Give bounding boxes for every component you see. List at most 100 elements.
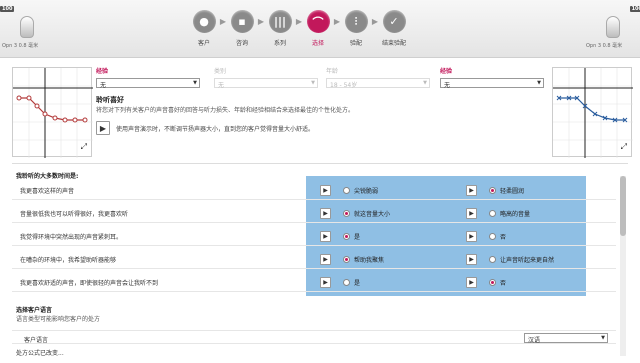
radio-button[interactable] [489,233,496,240]
listening-preference-title: 聆听喜好 [96,96,124,104]
radio-button[interactable] [489,187,496,194]
hearing-aid-icon [20,16,34,38]
right-device-label: Opn 3 0.8 毫米 [586,43,623,49]
play-icon[interactable]: ▶ [466,185,477,196]
play-icon[interactable]: ▶ [466,208,477,219]
step-6[interactable]: ✓ 结束验配 [378,10,410,47]
chevron-down-icon: ▼ [193,80,197,86]
experience-select-right[interactable]: 无 ▼ [440,78,544,89]
left-hearing-aid[interactable]: 100 Opn 3 0.8 毫米 [0,6,56,54]
experience-select-left[interactable]: 无 ▼ [96,78,200,89]
play-icon[interactable]: ▶ [466,254,477,265]
step-label: 选择 [311,40,324,47]
question-row: 在嘈杂的环境中，我希望助听器能够 ▶ 帮助我聚焦 ▶ 让声音听起来更自然 [12,249,616,269]
scrollbar-thumb[interactable] [620,176,626,236]
play-icon[interactable]: ▶ [320,231,331,242]
radio-button[interactable] [489,279,496,286]
play-icon[interactable]: ▶ [466,277,477,288]
answer-label: 轻柔圆润 [500,188,525,195]
hearing-aid-icon [606,16,620,38]
play-icon[interactable]: ▶ [320,277,331,288]
chevron-down-icon: ▼ [601,335,605,341]
answer-label: 就这音量大小 [354,211,391,218]
radio-button[interactable] [489,210,496,217]
step-4[interactable]: ⌒ 选择 [302,10,334,47]
step-5[interactable]: ⫶ 验配 [340,10,372,47]
question-text: 我更喜欢这样的声音 [20,188,75,195]
radio-button[interactable] [343,210,350,217]
answer-option-b[interactable]: ▶ 轻柔圆润 [466,185,524,196]
answer-label: 是 [354,280,361,287]
filter-title: 经验 [96,68,109,75]
language-select[interactable]: 汉语 ▼ [524,333,608,344]
scrollbar[interactable] [620,176,626,356]
radio-button[interactable] [343,279,350,286]
step-1[interactable]: ● 客户 [188,10,220,47]
answer-option-a[interactable]: ▶ 尖锐脆弱 [320,185,378,196]
answer-option-b[interactable]: ▶ 略高的音量 [466,208,530,219]
category-select: 无 ▼ [214,78,318,89]
answer-label: 否 [500,234,507,241]
chevron-down-icon: ▼ [311,80,315,86]
sliders-icon: ⫶ [344,10,368,33]
radio-button[interactable] [343,187,350,194]
filter-title: 经验 [440,68,453,75]
chat-icon: ▪ [230,10,254,33]
play-icon[interactable]: ▶ [320,254,331,265]
answer-label: 帮助我聚焦 [354,257,385,264]
language-title: 选择客户语言 [16,307,53,314]
answer-label: 让声音听起来更自然 [500,257,555,264]
step-3[interactable]: ||| 系列 [264,10,296,47]
series-icon: ||| [268,10,292,33]
age-filter: 年龄 18 - 54岁 ▼ [326,66,430,89]
radio-button[interactable] [343,256,350,263]
answer-label: 否 [500,280,507,287]
step-2[interactable]: ▪ 咨询 [226,10,258,47]
step-label: 客户 [197,40,210,47]
answer-option-b[interactable]: ▶ 否 [466,277,506,288]
radio-button[interactable] [489,256,496,263]
step-label: 结束验配 [381,40,406,47]
filter-title: 年龄 [326,68,339,75]
play-icon[interactable]: ▶ [320,208,331,219]
listening-preference-description: 将您对下列有关客户的声音喜好的回答与听力损失、年龄和经验相结合来选择最佳的个性化… [96,107,355,114]
formula-changed-text: 处方公式已改变... [16,350,64,357]
right-ear-audiogram[interactable]: ⤢ [12,67,93,158]
question-text: 音量很低我也可以听得很好，我更喜欢听 [20,211,129,218]
answer-option-a[interactable]: ▶ 是 [320,231,360,242]
expand-icon[interactable]: ⤢ [621,142,627,152]
question-row: 音量很低我也可以听得很好，我更喜欢听 ▶ 就这音量大小 ▶ 略高的音量 [12,203,616,223]
language-row: 客户语言 汉语 ▼ [12,330,616,344]
step-label: 咨询 [235,40,248,47]
answer-option-a[interactable]: ▶ 帮助我聚焦 [320,254,384,265]
answer-label: 是 [354,234,361,241]
question-text: 我更喜欢舒适的声音，即使很轻的声音会让我听不到 [20,280,159,287]
questions-title: 我聆听的大多数时间是: [16,173,79,180]
workflow-steps: ● 客户 ▶ ▪ 咨询 ▶ ||| 系列 ▶ ⌒ 选择 ▶ ⫶ 验配 ▶ ✓ 结束验配 [188,10,410,54]
left-device-label: Opn 3 0.8 毫米 [2,43,39,49]
question-row: 我更喜欢舒适的声音，即使很轻的声音会让我听不到 ▶ 是 ▶ 否 [12,272,616,292]
answer-option-a[interactable]: ▶ 是 [320,277,360,288]
experience-filter-right: 经验 无 ▼ [440,66,544,89]
left-device-number: 100 [0,6,15,12]
step-label: 系列 [273,40,286,47]
chevron-down-icon: ▼ [423,80,427,86]
play-icon[interactable]: ▶ [320,185,331,196]
left-ear-audiogram[interactable]: ⤢ [552,67,633,158]
answer-label: 尖锐脆弱 [354,188,379,195]
play-demo-description: 使用声音演示时，不断调节扬声器大小，直到您的客户觉得音量大小舒适。 [116,126,315,133]
expand-icon[interactable]: ⤢ [81,142,87,152]
step-label: 验配 [349,40,362,47]
radio-button[interactable] [343,233,350,240]
language-label: 客户语言 [24,337,49,344]
right-hearing-aid[interactable]: 100 Opn 3 0.8 毫米 [586,6,640,54]
filter-title: 类别 [214,68,227,75]
question-text: 我觉得环境中突然出现的声音紧刺耳。 [20,234,123,241]
answer-option-b[interactable]: ▶ 让声音听起来更自然 [466,254,554,265]
answer-option-a[interactable]: ▶ 就这音量大小 [320,208,390,219]
experience-filter-left: 经验 无 ▼ [96,66,200,89]
person-icon: ● [192,10,216,33]
play-icon[interactable]: ▶ [466,231,477,242]
answer-option-b[interactable]: ▶ 否 [466,231,506,242]
play-demo-button[interactable]: ▶ [96,121,110,135]
